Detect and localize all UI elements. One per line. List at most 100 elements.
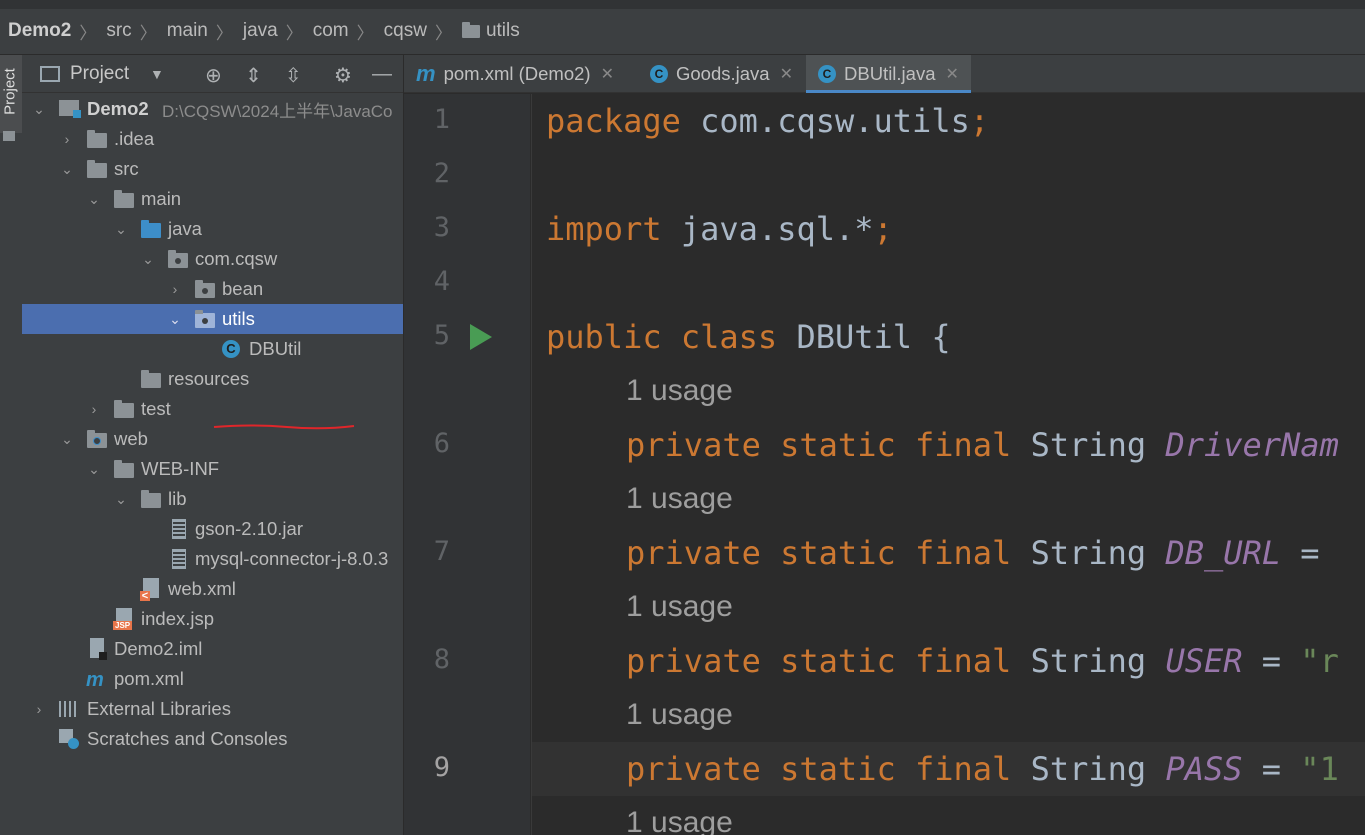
chevron-down-icon[interactable]: ▼ <box>150 66 164 82</box>
code-line-6: private static final String DriverNam <box>626 426 1339 464</box>
breadcrumb-item-cqsw[interactable]: cqsw 〉 <box>384 19 462 44</box>
minimize-icon[interactable]: — <box>372 63 392 86</box>
tree-item-bean[interactable]: › bean <box>22 274 403 304</box>
run-icon[interactable] <box>470 324 492 350</box>
chevron-down-icon[interactable]: ⌄ <box>114 492 128 506</box>
tree-item-test[interactable]: › test <box>22 394 403 424</box>
chevron-down-icon[interactable]: ⌄ <box>87 192 101 206</box>
tree-item-external-libraries[interactable]: › External Libraries <box>22 694 403 724</box>
locate-icon[interactable]: ⊕ <box>205 63 222 88</box>
tree-item-dbutil[interactable]: C DBUtil <box>22 334 403 364</box>
close-icon[interactable]: ✕ <box>780 64 793 84</box>
code-line-9: private static final String PASS = "1 <box>626 750 1339 788</box>
line-number: 7 <box>433 536 450 567</box>
folder-icon <box>114 460 134 478</box>
close-icon[interactable]: ✕ <box>946 64 959 84</box>
expand-all-icon[interactable]: ⇕ <box>245 63 262 88</box>
close-icon[interactable]: ✕ <box>601 64 614 84</box>
left-tool-strip: Project <box>0 55 23 835</box>
breadcrumb-item-utils[interactable]: utils <box>461 20 520 42</box>
chevron-right-icon[interactable]: › <box>32 702 46 716</box>
maven-icon: m <box>416 61 436 86</box>
code-line-3: import java.sql.*; <box>546 210 893 248</box>
tree-item-resources[interactable]: resources <box>22 364 403 394</box>
tree-item-web-xml[interactable]: web.xml <box>22 574 403 604</box>
folder-icon <box>114 190 134 208</box>
tab-pom-xml[interactable]: m pom.xml (Demo2) ✕ <box>416 55 614 93</box>
breadcrumb-item-main[interactable]: main 〉 <box>167 19 243 44</box>
usage-hint[interactable]: 1 usage <box>626 698 733 732</box>
project-tool-tab[interactable]: Project <box>0 55 22 133</box>
breadcrumb-item-src[interactable]: src 〉 <box>106 19 166 44</box>
gear-icon[interactable]: ⚙ <box>334 63 352 88</box>
line-number: 2 <box>433 158 450 189</box>
breadcrumb-item-java[interactable]: java 〉 <box>243 19 313 44</box>
tab-goods-java[interactable]: C Goods.java ✕ <box>650 55 793 93</box>
code-line-7: private static final String DB_URL = <box>626 534 1320 572</box>
line-number: 8 <box>433 644 450 675</box>
maven-icon: m <box>86 669 104 691</box>
chevron-down-icon[interactable]: ⌄ <box>60 162 74 176</box>
tree-item-com-cqsw[interactable]: ⌄ com.cqsw <box>22 244 403 274</box>
tree-item-index-jsp[interactable]: index.jsp <box>22 604 403 634</box>
xml-file-icon <box>140 578 159 601</box>
chevron-right-icon: 〉 <box>434 23 452 43</box>
folder-icon <box>87 130 107 148</box>
chevron-right-icon[interactable]: › <box>168 282 182 296</box>
breadcrumb: Demo2 〉 src 〉 main 〉 java 〉 com 〉 cqsw 〉 utils <box>0 0 1365 55</box>
folder-icon <box>141 490 161 508</box>
tree-item-java[interactable]: ⌄ java <box>22 214 403 244</box>
tree-item-scratches[interactable]: Scratches and Consoles <box>22 724 403 754</box>
line-number: 6 <box>433 428 450 459</box>
jar-icon <box>172 519 186 539</box>
tree-item-mysql-connector-jar[interactable]: mysql-connector-j-8.0.3 <box>22 544 403 574</box>
tree-item-demo2[interactable]: ⌄ Demo2 D:\CQSW\2024上半年\JavaCo <box>22 94 403 124</box>
chevron-right-icon: 〉 <box>285 23 303 43</box>
iml-file-icon <box>90 638 107 660</box>
chevron-right-icon: 〉 <box>215 23 233 43</box>
folder-icon <box>3 131 15 141</box>
tree-item-main[interactable]: ⌄ main <box>22 184 403 214</box>
chevron-down-icon[interactable]: ⌄ <box>141 252 155 266</box>
line-number: 4 <box>433 266 450 297</box>
tree-item-pom-xml[interactable]: m pom.xml <box>22 664 403 694</box>
breadcrumb-item-com[interactable]: com 〉 <box>313 19 384 44</box>
project-view-icon <box>40 65 60 82</box>
breadcrumb-item-demo2[interactable]: Demo2 〉 <box>8 19 106 44</box>
libraries-icon <box>59 701 79 717</box>
chevron-down-icon[interactable]: ⌄ <box>32 102 46 116</box>
line-number-gutter: 1 2 3 4 5 6 7 8 9 <box>404 94 530 835</box>
package-icon <box>195 310 215 328</box>
code-editor[interactable]: package com.cqsw.utils; import java.sql.… <box>531 94 1365 835</box>
usage-hint[interactable]: 1 usage <box>626 806 733 835</box>
tree-item-web-inf[interactable]: ⌄ WEB-INF <box>22 454 403 484</box>
chevron-right-icon: 〉 <box>139 23 157 43</box>
chevron-right-icon[interactable]: › <box>87 402 101 416</box>
usage-hint[interactable]: 1 usage <box>626 374 733 408</box>
chevron-down-icon[interactable]: ⌄ <box>114 222 128 236</box>
usage-hint[interactable]: 1 usage <box>626 590 733 624</box>
tree-item-gson-jar[interactable]: gson-2.10.jar <box>22 514 403 544</box>
tab-dbutil-java[interactable]: C DBUtil.java ✕ <box>806 55 971 93</box>
chevron-down-icon[interactable]: ⌄ <box>87 462 101 476</box>
chevron-down-icon[interactable]: ⌄ <box>168 312 182 326</box>
tree-item-lib[interactable]: ⌄ lib <box>22 484 403 514</box>
source-folder-icon <box>141 220 161 238</box>
usage-hint[interactable]: 1 usage <box>626 482 733 516</box>
chevron-right-icon[interactable]: › <box>60 132 74 146</box>
tree-item-utils[interactable]: ⌄ utils <box>22 304 403 334</box>
tree-item-src[interactable]: ⌄ src <box>22 154 403 184</box>
tree-item-idea[interactable]: › .idea <box>22 124 403 154</box>
tree-item-demo2-iml[interactable]: Demo2.iml <box>22 634 403 664</box>
project-panel: Project ▼ ⊕ ⇕ ⇳ ⚙ — ⌄ Demo2 D:\CQSW\2024… <box>22 55 403 835</box>
class-icon: C <box>650 65 668 83</box>
code-line-5: public class DBUtil { <box>546 318 951 356</box>
class-icon: C <box>818 65 836 83</box>
package-icon <box>168 250 188 268</box>
collapse-all-icon[interactable]: ⇳ <box>285 63 302 88</box>
class-icon: C <box>222 340 240 358</box>
chevron-down-icon[interactable]: ⌄ <box>60 432 74 446</box>
line-number: 5 <box>433 320 450 351</box>
chevron-right-icon: 〉 <box>356 23 374 43</box>
project-view-selector[interactable]: Project <box>70 63 129 85</box>
